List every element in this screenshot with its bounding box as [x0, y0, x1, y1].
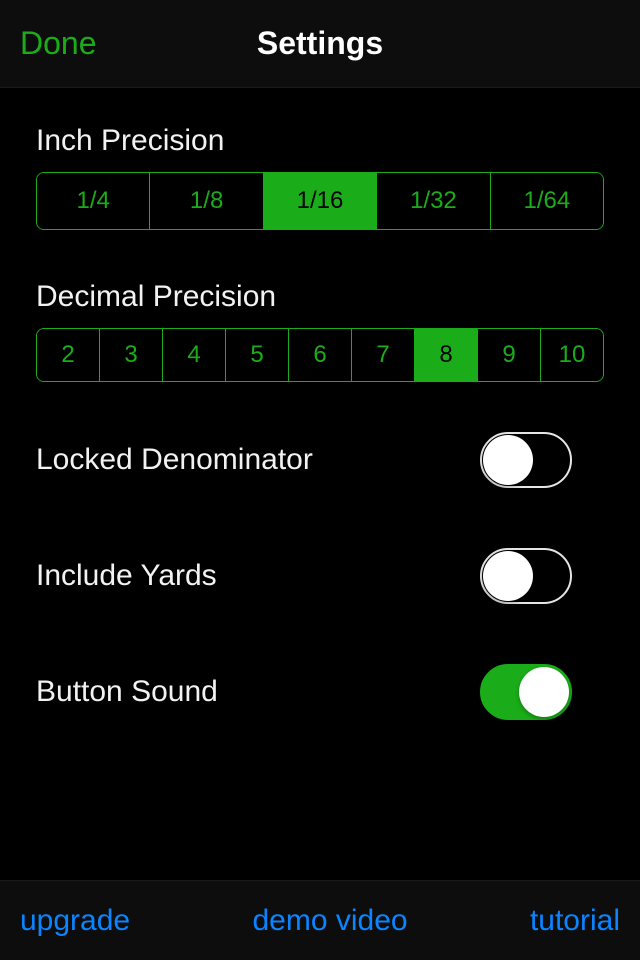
decimal-precision-option[interactable]: 5: [226, 329, 289, 381]
decimal-precision-option[interactable]: 10: [541, 329, 603, 381]
include-yards-row: Include Yards: [36, 548, 604, 604]
switch-knob: [483, 551, 533, 601]
switch-knob: [519, 667, 569, 717]
inch-precision-option[interactable]: 1/64: [491, 173, 603, 229]
inch-precision-label: Inch Precision: [36, 124, 604, 158]
decimal-precision-option[interactable]: 4: [163, 329, 226, 381]
done-button[interactable]: Done: [20, 25, 97, 62]
inch-precision-option[interactable]: 1/16: [264, 173, 377, 229]
decimal-precision-option[interactable]: 3: [100, 329, 163, 381]
toolbar: upgrade demo video tutorial: [0, 880, 640, 960]
tutorial-button[interactable]: tutorial: [530, 904, 620, 938]
decimal-precision-option[interactable]: 8: [415, 329, 478, 381]
demo-video-button[interactable]: demo video: [252, 904, 407, 938]
button-sound-switch[interactable]: [480, 664, 572, 720]
content: Inch Precision 1/41/81/161/321/64 Decima…: [0, 88, 640, 720]
upgrade-button[interactable]: upgrade: [20, 904, 130, 938]
inch-precision-option[interactable]: 1/4: [37, 173, 150, 229]
button-sound-row: Button Sound: [36, 664, 604, 720]
decimal-precision-segment: 2345678910: [36, 328, 604, 382]
include-yards-label: Include Yards: [36, 559, 217, 593]
locked-denominator-switch[interactable]: [480, 432, 572, 488]
decimal-precision-option[interactable]: 2: [37, 329, 100, 381]
button-sound-label: Button Sound: [36, 675, 218, 709]
include-yards-switch[interactable]: [480, 548, 572, 604]
locked-denominator-label: Locked Denominator: [36, 443, 313, 477]
decimal-precision-option[interactable]: 9: [478, 329, 541, 381]
inch-precision-option[interactable]: 1/8: [150, 173, 263, 229]
decimal-precision-option[interactable]: 6: [289, 329, 352, 381]
inch-precision-segment: 1/41/81/161/321/64: [36, 172, 604, 230]
inch-precision-option[interactable]: 1/32: [377, 173, 490, 229]
decimal-precision-option[interactable]: 7: [352, 329, 415, 381]
decimal-precision-label: Decimal Precision: [36, 280, 604, 314]
switch-knob: [483, 435, 533, 485]
navbar: Done Settings: [0, 0, 640, 88]
locked-denominator-row: Locked Denominator: [36, 432, 604, 488]
